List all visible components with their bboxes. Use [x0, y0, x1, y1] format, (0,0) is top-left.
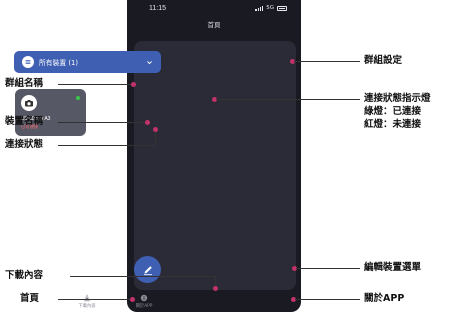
annotation-edit-menu: 編輯裝置選單: [364, 262, 422, 273]
annotation-leader-connection-status: [58, 145, 155, 146]
annotation-group-name: 群組名稱: [5, 78, 44, 89]
annotation-leader-indicator: [216, 99, 360, 100]
nav-download-label: 下載內容: [78, 304, 96, 309]
connection-status-indicator: [76, 96, 80, 100]
annotation-leader-group-settings: [294, 61, 360, 62]
annotation-leader-home: [58, 299, 132, 300]
group-selector[interactable]: 所有裝置 (1): [14, 51, 161, 73]
status-time: 11:15: [149, 5, 166, 12]
list-icon: [22, 56, 34, 68]
signal-icon: [255, 5, 264, 11]
device-card[interactable]: UltraDash A3 已可連接: [15, 89, 86, 136]
annotation-indicator-green: 綠燈：已連接: [364, 106, 422, 117]
battery-icon: [277, 5, 287, 11]
annotation-dot-download: [213, 286, 218, 291]
network-label: 5G: [266, 5, 274, 11]
info-icon: [140, 294, 148, 302]
download-icon: [84, 294, 90, 302]
annotation-about: 關於APP: [364, 293, 405, 304]
nav-download[interactable]: 下載內容: [67, 294, 107, 309]
page-title: 首頁: [207, 21, 221, 29]
status-bar: 11:15 5G: [127, 0, 301, 16]
device-list-panel: [134, 41, 296, 290]
annotation-indicator-red: 紅燈：未連接: [364, 119, 422, 130]
annotation-group-settings: 群組設定: [364, 55, 403, 66]
annotation-indicator-title: 連接狀態指示燈: [364, 93, 431, 104]
edit-device-menu-button[interactable]: [134, 256, 161, 283]
annotation-download: 下載內容: [5, 270, 44, 281]
annotation-leader-edit-menu: [296, 268, 360, 269]
annotation-leader-group-name: [58, 84, 133, 85]
annotation-connection-status: 連接狀態: [5, 139, 44, 150]
group-selector-label: 所有裝置 (1): [39, 59, 78, 67]
annotation-home: 首頁: [20, 293, 40, 304]
nav-about-label: 關於APP: [135, 304, 153, 309]
camera-icon: [21, 95, 37, 111]
annotation-dot-home: [130, 297, 135, 302]
annotation-dot-group-name: [131, 82, 136, 87]
annotation-leader-device-name: [58, 122, 147, 123]
pencil-icon: [143, 265, 152, 275]
status-indicators: 5G: [255, 5, 287, 11]
annotation-leader-about: [295, 299, 360, 300]
annotation-dot-connection-status: [153, 127, 158, 132]
annotation-leader-download: [70, 276, 215, 277]
annotation-device-name: 裝置名稱: [5, 116, 44, 127]
chevron-down-icon[interactable]: [146, 59, 153, 66]
annotation-dot-device-name: [145, 120, 150, 125]
